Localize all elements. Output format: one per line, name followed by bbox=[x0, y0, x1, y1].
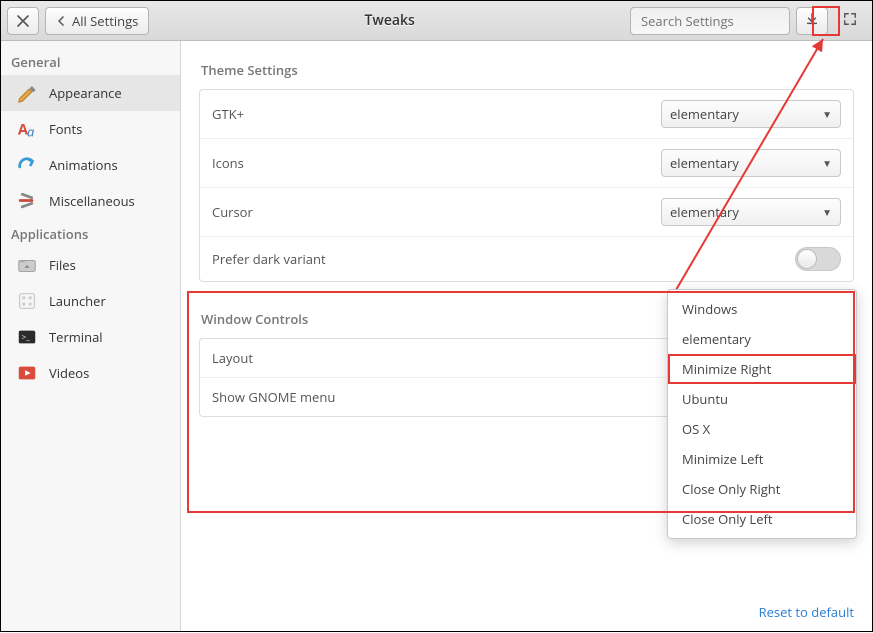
fonts-icon: Aa bbox=[15, 117, 39, 141]
row-label: Show GNOME menu bbox=[212, 388, 335, 406]
videos-icon bbox=[15, 361, 39, 385]
sidebar-item-appearance[interactable]: Appearance bbox=[1, 75, 180, 111]
layout-option[interactable]: Windows bbox=[668, 294, 856, 324]
layout-option[interactable]: Ubuntu bbox=[668, 384, 856, 414]
download-icon bbox=[805, 12, 819, 30]
sidebar-item-terminal[interactable]: >_ Terminal bbox=[1, 319, 180, 355]
layout-option[interactable]: Close Only Left bbox=[668, 504, 856, 534]
sidebar-item-label: Appearance bbox=[49, 84, 122, 102]
theme-rows: GTK+ elementary ▼ Icons elementary ▼ Cur… bbox=[199, 89, 854, 282]
combo-value: elementary bbox=[670, 203, 739, 221]
sidebar-item-launcher[interactable]: Launcher bbox=[1, 283, 180, 319]
cursor-combo[interactable]: elementary ▼ bbox=[661, 198, 841, 226]
appearance-icon bbox=[15, 81, 39, 105]
sidebar-item-label: Animations bbox=[49, 156, 118, 174]
layout-option[interactable]: Close Only Right bbox=[668, 474, 856, 504]
sidebar-item-label: Terminal bbox=[49, 328, 103, 346]
layout-option-highlighted[interactable]: Minimize Right bbox=[668, 354, 856, 384]
search-field[interactable] bbox=[630, 7, 790, 35]
row-icons: Icons elementary ▼ bbox=[200, 139, 853, 188]
sidebar-item-label: Fonts bbox=[49, 120, 82, 138]
combo-value: elementary bbox=[670, 154, 739, 172]
icons-combo[interactable]: elementary ▼ bbox=[661, 149, 841, 177]
caret-down-icon: ▼ bbox=[822, 107, 832, 121]
misc-icon bbox=[15, 189, 39, 213]
sidebar: General Appearance Aa Fonts Animations M… bbox=[1, 41, 181, 631]
row-label: GTK+ bbox=[212, 105, 244, 123]
sidebar-item-files[interactable]: Files bbox=[1, 247, 180, 283]
terminal-icon: >_ bbox=[15, 325, 39, 349]
svg-text:>_: >_ bbox=[22, 332, 31, 343]
back-all-settings-button[interactable]: All Settings bbox=[45, 7, 149, 35]
headerbar: All Settings Tweaks bbox=[1, 1, 872, 41]
sidebar-item-label: Launcher bbox=[49, 292, 106, 310]
window-title: Tweaks bbox=[155, 11, 624, 30]
files-icon bbox=[15, 253, 39, 277]
switch-knob bbox=[797, 249, 817, 269]
reset-to-default-link[interactable]: Reset to default bbox=[759, 603, 854, 621]
svg-text:a: a bbox=[27, 122, 34, 140]
caret-down-icon: ▼ bbox=[822, 205, 832, 219]
sidebar-item-animations[interactable]: Animations bbox=[1, 147, 180, 183]
layout-option[interactable]: Minimize Left bbox=[668, 444, 856, 474]
download-button[interactable] bbox=[796, 7, 828, 35]
row-gtk: GTK+ elementary ▼ bbox=[200, 90, 853, 139]
combo-value: elementary bbox=[670, 105, 739, 123]
search-input[interactable] bbox=[641, 12, 805, 30]
sidebar-item-label: Videos bbox=[49, 364, 89, 382]
gtk-combo[interactable]: elementary ▼ bbox=[661, 100, 841, 128]
sidebar-item-misc[interactable]: Miscellaneous bbox=[1, 183, 180, 219]
sidebar-item-label: Miscellaneous bbox=[49, 192, 135, 210]
close-button[interactable] bbox=[7, 7, 39, 35]
layout-option[interactable]: OS X bbox=[668, 414, 856, 444]
row-label: Cursor bbox=[212, 203, 253, 221]
dark-variant-switch[interactable] bbox=[795, 247, 841, 271]
expand-icon bbox=[843, 12, 857, 30]
animations-icon bbox=[15, 153, 39, 177]
row-label: Prefer dark variant bbox=[212, 250, 326, 268]
row-label: Icons bbox=[212, 154, 244, 172]
caret-down-icon: ▼ bbox=[822, 156, 832, 170]
layout-dropdown[interactable]: Windows elementary Minimize Right Ubuntu… bbox=[667, 289, 857, 539]
row-dark-variant: Prefer dark variant bbox=[200, 237, 853, 281]
row-label: Layout bbox=[212, 349, 253, 367]
launcher-icon bbox=[15, 289, 39, 313]
back-label: All Settings bbox=[72, 12, 138, 30]
layout-option[interactable]: elementary bbox=[668, 324, 856, 354]
sidebar-section-general: General bbox=[1, 47, 180, 75]
sidebar-item-label: Files bbox=[49, 256, 76, 274]
maximize-button[interactable] bbox=[834, 7, 866, 35]
theme-section-title: Theme Settings bbox=[201, 61, 854, 79]
sidebar-section-applications: Applications bbox=[1, 219, 180, 247]
sidebar-item-fonts[interactable]: Aa Fonts bbox=[1, 111, 180, 147]
sidebar-item-videos[interactable]: Videos bbox=[1, 355, 180, 391]
row-cursor: Cursor elementary ▼ bbox=[200, 188, 853, 237]
